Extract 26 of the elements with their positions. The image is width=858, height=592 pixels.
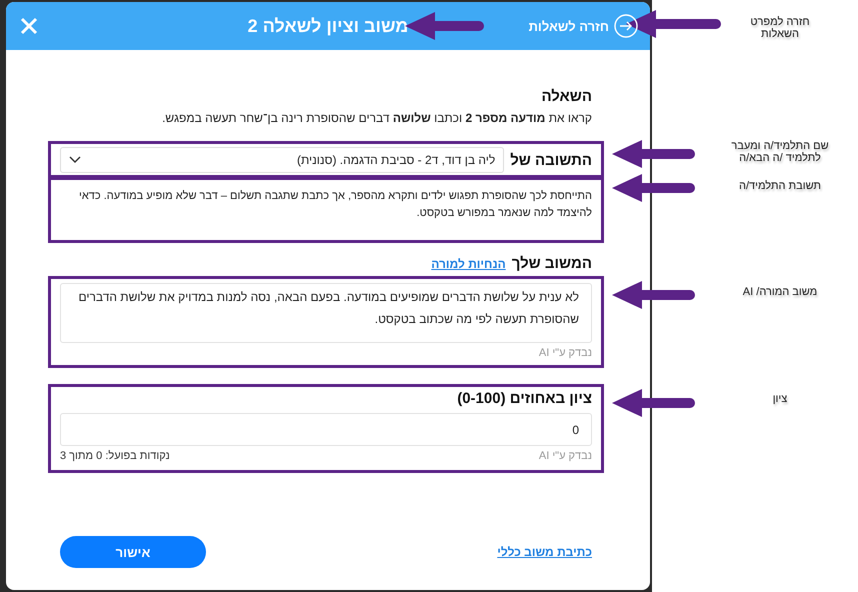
feedback-field[interactable]: לא ענית על שלושת הדברים שמופיעים במודעה. בפעם הבאה, נסה למנות במדויק את שלושת הדברים שהסופרת תעשה לפי מה שכתוב בטקסט. — [60, 283, 592, 343]
ai-checked-label: נבדק ע"י AI — [538, 347, 592, 359]
annotation-label: שם התלמיד/ה ומעבר לתלמיד /ה הבא/ה — [730, 140, 830, 164]
annotation-label: חזרה למפרט השאלות — [749, 16, 811, 40]
general-feedback-link[interactable]: כתיבת משוב כללי — [497, 545, 592, 559]
grade-field[interactable]: 0 — [60, 413, 592, 446]
student-select[interactable]: ליה בן דוד, ד2 - סביבת הדגמה. (סנונית) — [60, 147, 504, 173]
section-heading: ציון באחוזים (0-100) — [456, 390, 592, 407]
annotation-label: משוב המורה/ AI — [742, 286, 818, 298]
confirm-button[interactable]: אישור — [60, 536, 206, 568]
chevron-down-icon — [69, 156, 81, 164]
annotation-label: ציון — [772, 393, 788, 405]
close-icon — [20, 17, 38, 35]
arrow-circle-icon — [614, 14, 638, 38]
student-answer: התייחסת לכך שהסופרת תפגוש ילדים ותקרא מהספר, אך כתבת שתגבה תשלום – דבר שלא מופיע במודעה. כדאי להיצמד למה שנאמר במפורש בטקסט. — [78, 189, 592, 221]
close-button[interactable] — [20, 17, 38, 35]
section-heading: השאלה — [540, 88, 592, 105]
dialog-title: משוב וציון לשאלה 2 — [248, 16, 408, 36]
ai-checked-label: נבדק ע"י AI — [538, 450, 592, 462]
teacher-guide-link[interactable]: הנחיות למורה — [431, 256, 506, 270]
question-text: קראו את מודעה מספר 2 וכתבו שלושה דברים שהסופרת רינה בן־שחר תעשה במפגש. — [161, 111, 592, 125]
field-label: התשובה של — [510, 152, 592, 168]
back-button[interactable]: חזרה לשאלות — [528, 14, 638, 38]
points-text: נקודות בפועל: 0 מתוך 3 — [60, 450, 170, 462]
annotation-label: תשובת התלמיד/ה — [738, 180, 822, 192]
section-heading: המשוב שלך — [512, 255, 592, 272]
